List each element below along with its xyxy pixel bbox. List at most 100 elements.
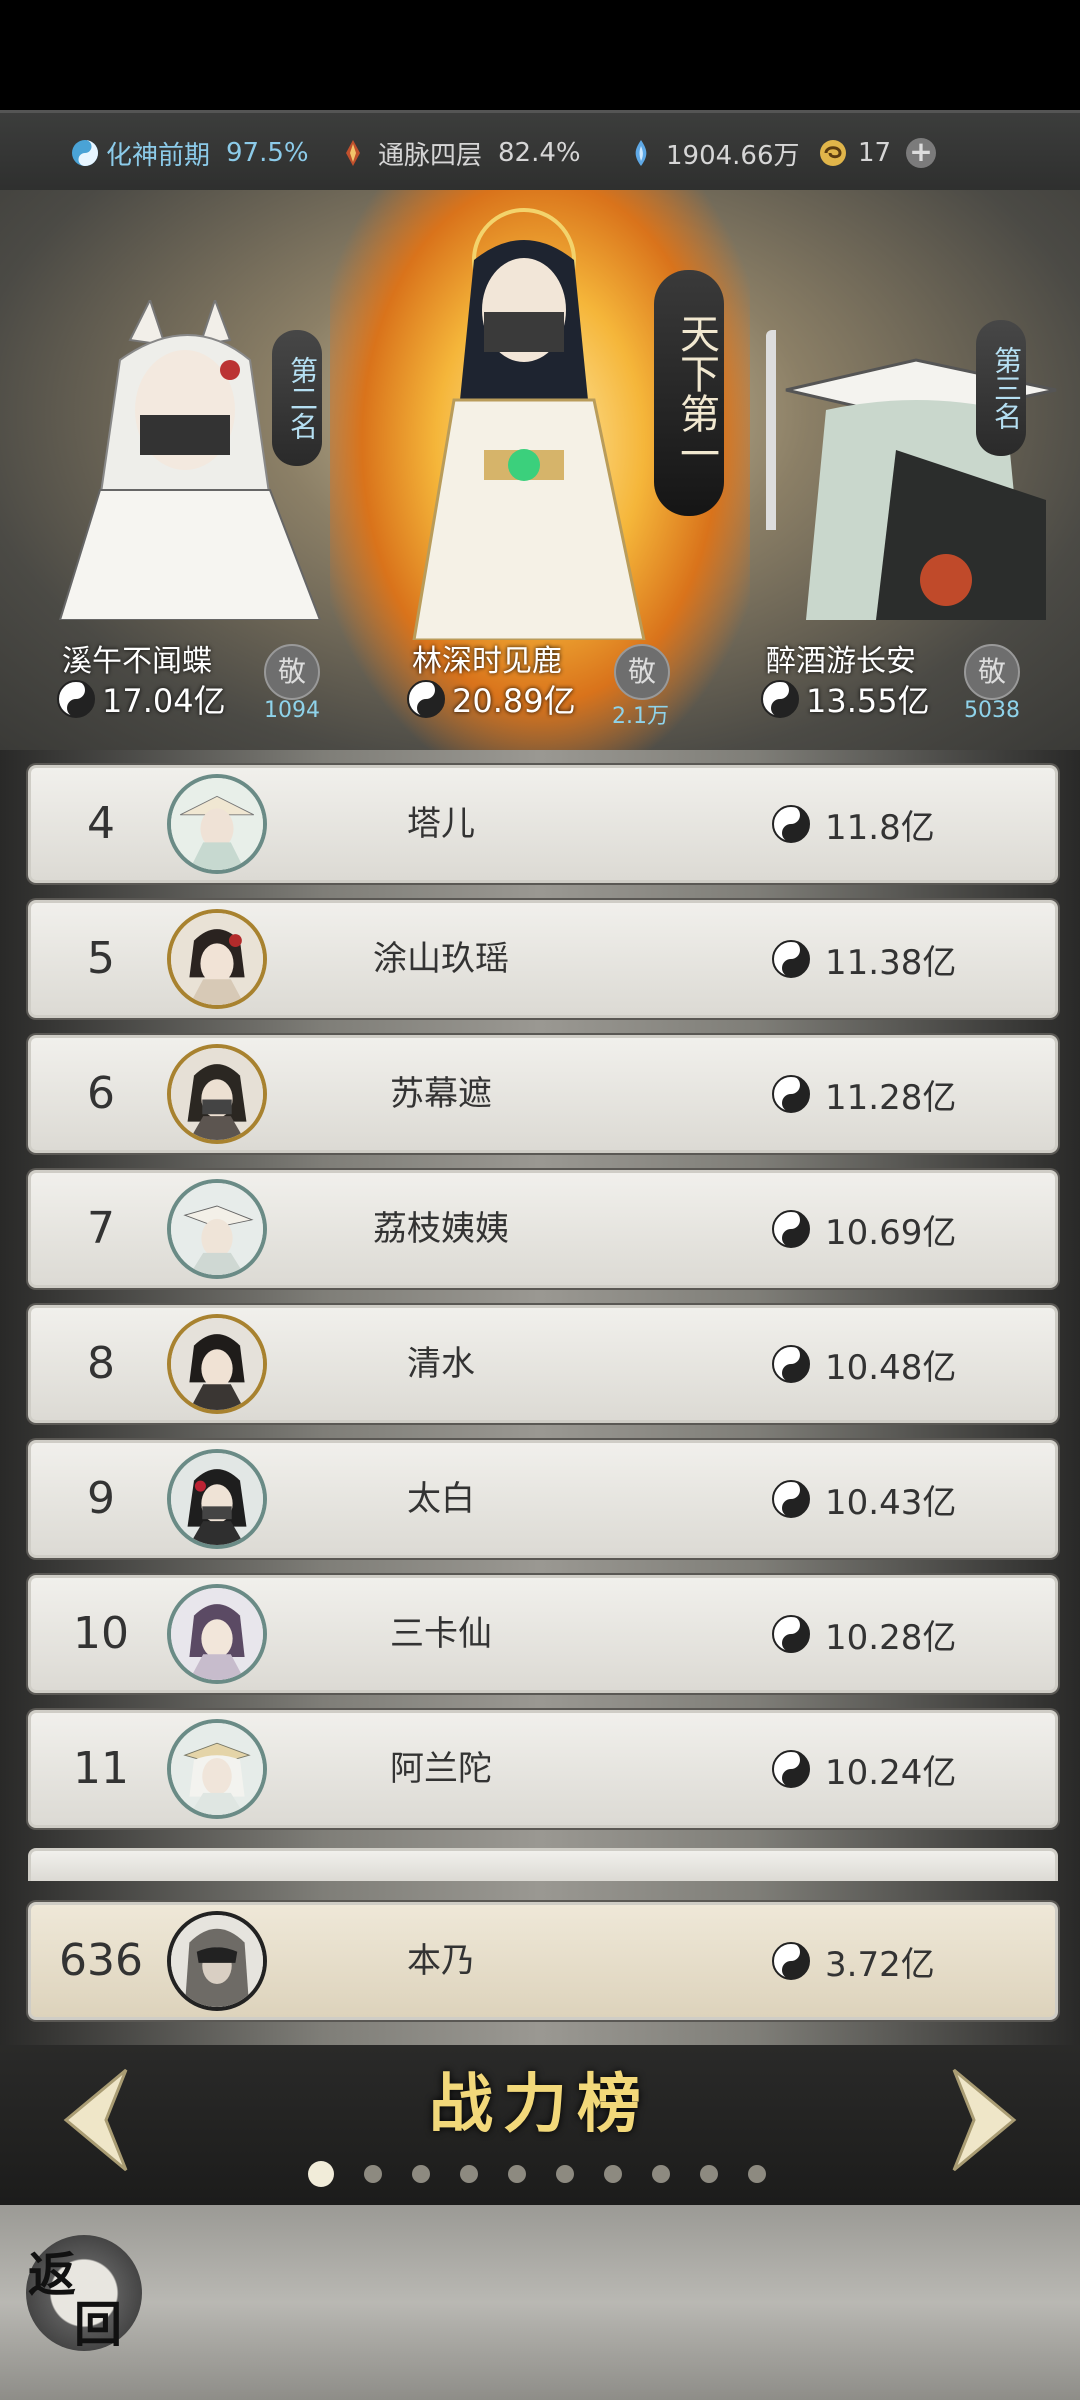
third-place-power: 13.55亿 [760,676,930,722]
page-dot[interactable] [460,2165,478,2183]
power-value: 11.28亿 [825,1077,957,1118]
power-value: 10.24亿 [825,1752,957,1793]
my-ranking-row[interactable]: 636 本乃 3.72亿 [28,1902,1058,2020]
player-avatar [167,1044,267,1144]
power-value: 10.43亿 [825,1482,957,1523]
first-place-salute-button[interactable]: 敬 [614,644,670,700]
rank-number: 10 [73,1608,129,1659]
player-avatar [167,1449,267,1549]
page-dot[interactable] [604,2165,622,2183]
realm-icon [72,140,98,166]
power-icon [772,1615,810,1653]
player-name: 涂山玖瑶 [373,939,509,979]
second-place-salute-count: 1094 [264,698,320,723]
realm-stat[interactable]: 化神前期 97.5% [70,135,309,172]
rank-number: 8 [87,1338,115,1389]
rank-number: 5 [87,933,115,984]
player-name: 太白 [407,1479,475,1519]
ranking-row[interactable]: 6 苏幕遮 11.28亿 [28,1035,1058,1153]
power-icon [772,1942,810,1980]
page-dot[interactable] [700,2165,718,2183]
token-stat[interactable]: 17 [818,138,891,168]
power-value: 10.69亿 [825,1212,957,1253]
second-place-name: 溪午不闻蝶 [62,644,212,679]
board-banner: 战力榜 [0,2045,1080,2205]
ranking-row[interactable]: 7 荔枝姨姨 10.69亿 [28,1170,1058,1288]
previous-board-arrow-icon[interactable] [56,2065,136,2175]
meridian-progress: 82.4% [498,138,581,168]
player-avatar [167,1584,267,1684]
page-dot[interactable] [508,2165,526,2183]
power-icon [772,1345,810,1383]
player-name: 塔儿 [407,804,475,844]
page-indicator [308,2161,766,2187]
player-avatar [167,1314,267,1414]
second-place-card[interactable]: 第二名 溪午不闻蝶 17.04亿 敬 1094 [0,190,340,750]
spirit-stone-stat[interactable]: 1904.66万 [626,135,800,172]
ranking-row[interactable]: 5 涂山玖瑶 11.38亿 [28,900,1058,1018]
rank-number: 4 [87,798,115,849]
ranking-row[interactable]: 8 清水 10.48亿 [28,1305,1058,1423]
third-place-card[interactable]: 第三名 醉酒游长安 13.55亿 敬 5038 [740,190,1080,750]
realm-progress: 97.5% [226,138,309,168]
ranking-row[interactable]: 10 三卡仙 10.28亿 [28,1575,1058,1693]
bottom-backdrop [0,2205,1080,2400]
first-place-power-value: 20.89亿 [452,682,576,720]
back-button[interactable]: 返 回 [26,2235,142,2353]
ranking-row[interactable]: 11 阿兰陀 10.24亿 [28,1710,1058,1828]
power-icon [57,680,95,718]
player-power: 10.43亿 [771,1443,956,1555]
third-place-rank-badge: 第三名 [976,320,1026,456]
meridian-stat[interactable]: 通脉四层 82.4% [338,135,581,172]
third-place-salute-button[interactable]: 敬 [964,644,1020,700]
power-icon [772,805,810,843]
second-place-power: 17.04亿 [56,676,226,722]
token-icon [820,140,846,166]
third-place-salute-count: 5038 [964,698,1020,723]
second-place-salute-button[interactable]: 敬 [264,644,320,700]
my-avatar [167,1911,267,2011]
player-avatar [167,774,267,874]
ranking-row[interactable]: 9 太白 10.43亿 [28,1440,1058,1558]
first-place-portrait [412,208,646,640]
first-place-rank-badge: 天下第一 [654,270,724,516]
first-place-power: 20.89亿 [406,676,576,722]
page-dot[interactable] [364,2165,382,2183]
player-avatar [167,909,267,1009]
first-place-card[interactable]: 天下第一 林深时见鹿 20.89亿 敬 2.1万 [370,190,724,750]
ranking-row-partial[interactable] [28,1848,1058,1881]
page-dot[interactable] [748,2165,766,2183]
rank-number: 7 [87,1203,115,1254]
player-power: 11.38亿 [771,903,956,1015]
second-place-rank-badge: 第二名 [272,330,322,466]
first-place-salute-count: 2.1万 [612,704,669,729]
spirit-stone-amount: 1904.66万 [666,140,800,171]
page-dot[interactable] [412,2165,430,2183]
player-power: 11.8亿 [771,768,935,880]
power-icon [772,1210,810,1248]
page-dot-active[interactable] [308,2161,334,2187]
power-icon [772,1075,810,1113]
power-value: 11.8亿 [825,807,935,848]
my-name: 本乃 [407,1941,475,1981]
my-power: 3.72亿 [771,1905,935,2017]
third-place-power-value: 13.55亿 [806,682,930,720]
page-dot[interactable] [652,2165,670,2183]
power-icon [761,680,799,718]
top-black-bar [0,0,1080,110]
player-power: 10.24亿 [771,1713,956,1825]
back-label-top: 返 [28,2247,77,2303]
page-dot[interactable] [556,2165,574,2183]
back-label-bottom: 回 [74,2297,123,2353]
next-board-arrow-icon[interactable] [944,2065,1024,2175]
player-avatar [167,1719,267,1819]
meridian-icon [346,140,360,166]
power-icon [407,680,445,718]
player-avatar [167,1179,267,1279]
rank-number: 9 [87,1473,115,1524]
my-rank-number: 636 [59,1935,143,1986]
add-token-button[interactable]: + [906,138,936,168]
ranking-row[interactable]: 4 塔儿 11.8亿 [28,765,1058,883]
power-value: 11.38亿 [825,942,957,983]
top-three-podium: 第二名 溪午不闻蝶 17.04亿 敬 1094 天下第一 林深时见鹿 20.89… [0,190,1080,750]
